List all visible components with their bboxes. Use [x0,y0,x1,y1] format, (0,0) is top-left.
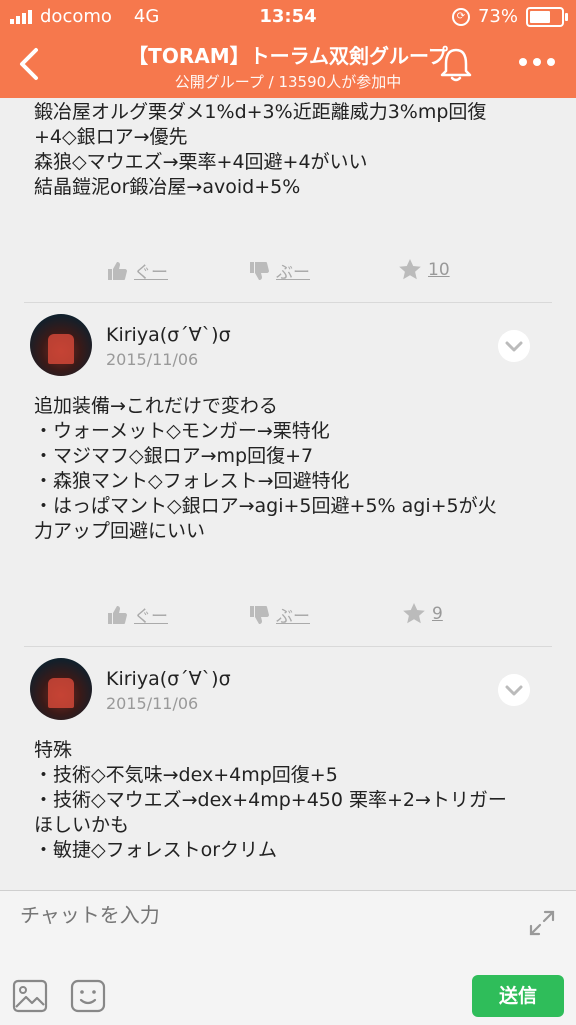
author-name[interactable]: Kiriya(σ´∀`)σ [106,324,231,346]
star-icon [403,603,425,624]
send-button[interactable]: 送信 [472,975,564,1017]
like-label: ぐー [134,263,168,283]
battery-icon [526,6,568,27]
post-date: 2015/11/06 [106,350,199,369]
avatar[interactable] [30,658,92,720]
expand-icon[interactable] [528,909,556,937]
chat-input-bar: 送信 [0,890,576,1025]
star-count: 10 [428,260,450,280]
battery-percent: 73% [477,6,518,27]
divider [24,646,552,647]
dislike-label: ぶー [276,607,310,627]
divider [24,302,552,303]
thumbs-up-icon [108,261,127,280]
avatar[interactable] [30,314,92,376]
image-icon[interactable] [12,979,48,1013]
star-button[interactable]: 9 [402,602,443,626]
more-icon[interactable] [516,52,558,72]
emoji-icon[interactable] [70,979,106,1013]
chevron-down-icon[interactable] [498,330,530,362]
dislike-button[interactable]: ぶー [248,602,310,627]
chevron-down-icon[interactable] [498,674,530,706]
post-actions: ぐー ぶー 9 [0,602,576,632]
post-date: 2015/11/06 [106,694,199,713]
bell-icon[interactable] [438,44,474,84]
post-actions: ぐー ぶー 10 [0,258,576,288]
like-button[interactable]: ぐー [106,602,168,627]
post-body: 追加装備→これだけで変わる ・ウォーメット◇モンガー→栗特化 ・マジマフ◇銀ロア… [34,395,497,542]
thumbs-up-icon [108,605,127,624]
chat-input[interactable] [20,903,500,927]
star-count: 9 [432,604,443,624]
thumbs-down-icon [250,605,269,624]
app-header: docomo 4G 13:54 ⟳ 73% 【TORAM】トーラム双剣グループ … [0,0,576,98]
like-label: ぐー [134,607,168,627]
back-icon[interactable] [14,44,44,84]
star-icon [399,259,421,280]
status-bar: docomo 4G 13:54 ⟳ 73% [0,0,576,34]
post-body: 鍛冶屋オルグ栗ダメ1%d+3%近距離威力3%mp回復 +4◇銀ロア→優先 森狼◇… [34,101,487,198]
post-body: 特殊 ・技術◇不気味→dex+4mp回復+5 ・技術◇マウエズ→dex+4mp+… [34,739,507,861]
author-name[interactable]: Kiriya(σ´∀`)σ [106,668,231,690]
dislike-button[interactable]: ぶー [248,258,310,283]
dislike-label: ぶー [276,263,310,283]
orientation-lock-icon: ⟳ [451,7,470,26]
like-button[interactable]: ぐー [106,258,168,283]
message-feed[interactable]: 鍛冶屋オルグ栗ダメ1%d+3%近距離威力3%mp回復 +4◇銀ロア→優先 森狼◇… [0,98,576,890]
star-button[interactable]: 10 [398,258,450,282]
thumbs-down-icon [250,261,269,280]
